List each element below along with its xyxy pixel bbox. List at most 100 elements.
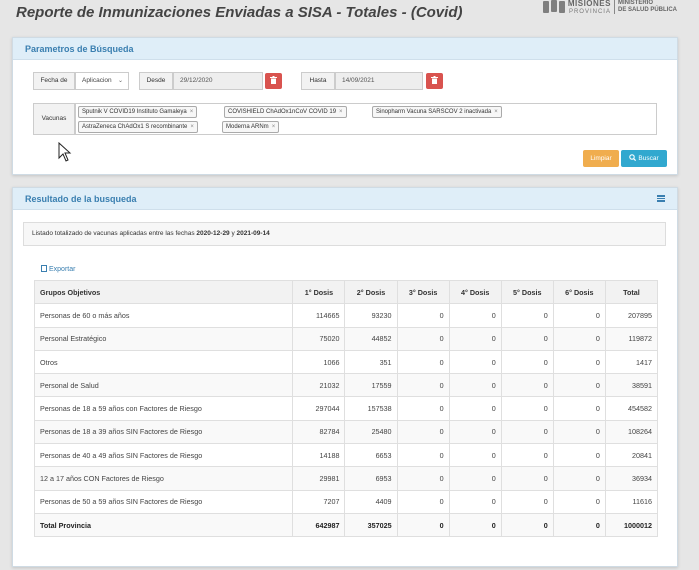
group-cell: Otros <box>33 349 294 375</box>
count-cell: 0 <box>500 396 554 421</box>
count-cell: 44852 <box>344 326 398 351</box>
count-cell: 7207 <box>292 489 346 514</box>
table-row: Personas de 18 a 59 años con Factores de… <box>33 396 659 421</box>
column-header: Total <box>604 279 659 305</box>
results-panel-title: Resultado de la busqueda <box>25 194 137 204</box>
count-cell: 14188 <box>292 443 346 468</box>
column-header: 1° Dosis <box>292 279 346 305</box>
count-cell: 6953 <box>344 466 398 491</box>
count-cell: 93230 <box>344 303 398 328</box>
table-row: Personas de 60 o más años 114665 93230 0 0 0 0… <box>33 303 659 328</box>
group-cell: Personas de 40 a 49 años SIN Factores de… <box>33 443 294 468</box>
count-cell: 357025 <box>344 512 398 538</box>
count-cell: 0 <box>552 373 606 398</box>
count-cell: 0 <box>500 489 554 514</box>
ministry-logo: MISIONES PROVINCIA MINISTERIO DE SALUD P… <box>542 0 677 16</box>
count-cell: 0 <box>552 512 606 538</box>
count-cell: 1066 <box>292 349 346 375</box>
count-cell: 4409 <box>344 489 398 514</box>
count-cell: 1000012 <box>604 512 659 538</box>
count-cell: 0 <box>396 373 450 398</box>
cursor-icon <box>58 142 72 162</box>
logo-right-line2: DE SALUD PÚBLICA <box>617 7 677 13</box>
count-cell: 351 <box>344 349 398 375</box>
table-row: Personas de 50 a 59 años SIN Factores de… <box>33 489 659 514</box>
table-row: Otros 1066 351 0 0 0 0 1417 <box>33 349 659 375</box>
clear-button[interactable]: Limpiar <box>583 150 619 167</box>
count-cell: 0 <box>396 419 450 445</box>
count-cell: 0 <box>448 443 502 468</box>
count-cell: 36934 <box>604 466 659 491</box>
count-cell: 642987 <box>292 512 346 538</box>
column-header: Grupos Objetivos <box>33 279 294 305</box>
count-cell: 0 <box>552 489 606 514</box>
fecha-select[interactable]: Aplicacion ⌄ <box>75 72 129 90</box>
export-link[interactable]: Exportar <box>41 265 75 273</box>
vaccine-tag[interactable]: Sinopharm Vacuna SARSCOV 2 inactivada × <box>372 106 502 118</box>
count-cell: 119872 <box>604 326 659 351</box>
vaccine-tag[interactable]: AstraZeneca ChAdOx1 S recombinante × <box>78 121 198 133</box>
count-cell: 0 <box>552 466 606 491</box>
group-cell: Personas de 60 o más años <box>33 303 294 328</box>
count-cell: 0 <box>396 466 450 491</box>
logo-right-line1: MINISTERIO <box>617 0 653 6</box>
remove-tag-icon[interactable]: × <box>494 109 498 115</box>
clear-hasta-button[interactable] <box>426 73 443 89</box>
count-cell: 20841 <box>604 443 659 468</box>
list-icon[interactable] <box>657 195 665 202</box>
export-icon <box>41 265 47 272</box>
count-cell: 297044 <box>292 396 346 421</box>
desde-date-field[interactable]: 29/12/2020 <box>173 72 263 90</box>
results-table: Grupos Objetivos 1° Dosis 2° Dosis 3° Do… <box>33 279 659 538</box>
vaccine-tag[interactable]: COVISHIELD ChAdOx1nCoV COVID 19 × <box>224 106 347 118</box>
table-row: Personas de 40 a 49 años SIN Factores de… <box>33 443 659 468</box>
count-cell: 0 <box>500 373 554 398</box>
remove-tag-icon[interactable]: × <box>272 124 276 130</box>
chevron-down-icon: ⌄ <box>117 78 123 84</box>
summary-from-date: 2020-12-29 <box>196 230 230 237</box>
group-cell: Personas de 18 a 59 años con Factores de… <box>33 396 294 421</box>
remove-tag-icon[interactable]: × <box>190 109 194 115</box>
fecha-label: Fecha de <box>33 72 75 90</box>
column-header: 5° Dosis <box>500 279 554 305</box>
remove-tag-icon[interactable]: × <box>339 109 343 115</box>
group-cell: Personal de Salud <box>33 373 294 398</box>
trash-icon <box>270 76 277 84</box>
search-panel: Parametros de Búsqueda Fecha de Aplicaci… <box>12 37 678 175</box>
page-title: Reporte de Inmunizaciones Enviadas a SIS… <box>16 4 463 21</box>
search-button[interactable]: Buscar <box>621 150 667 167</box>
logo-mark-icon <box>542 0 565 14</box>
count-cell: 0 <box>500 512 554 538</box>
count-cell: 11616 <box>604 489 659 514</box>
search-panel-title: Parametros de Búsqueda <box>13 38 677 60</box>
results-panel-header: Resultado de la busqueda <box>13 188 677 210</box>
count-cell: 0 <box>500 419 554 445</box>
count-cell: 0 <box>552 349 606 375</box>
vaccine-tag[interactable]: Moderna ARNm × <box>222 121 280 133</box>
fecha-select-value: Aplicacion <box>82 77 112 84</box>
count-cell: 0 <box>500 349 554 375</box>
count-cell: 0 <box>396 303 450 328</box>
column-header: 4° Dosis <box>448 279 502 305</box>
count-cell: 0 <box>396 489 450 514</box>
count-cell: 0 <box>500 326 554 351</box>
vaccine-tag[interactable]: Sputnik V COVID19 Instituto Gamaleya × <box>78 106 198 118</box>
vacunas-multiselect[interactable]: Sputnik V COVID19 Instituto Gamaleya × CO… <box>75 103 657 135</box>
count-cell: 0 <box>396 396 450 421</box>
remove-tag-icon[interactable]: × <box>190 124 194 130</box>
table-row: Personal de Salud 21032 17559 0 0 0 0 38591 <box>33 373 659 398</box>
hasta-date-field[interactable]: 14/09/2021 <box>335 72 423 90</box>
count-cell: 0 <box>552 396 606 421</box>
clear-desde-button[interactable] <box>265 73 282 89</box>
results-summary: Listado totalizado de vacunas aplicadas … <box>23 222 666 246</box>
logo-main-text: MISIONES <box>567 0 611 8</box>
vacunas-label: Vacunas <box>33 103 75 135</box>
count-cell: 0 <box>448 512 502 538</box>
count-cell: 29981 <box>292 466 346 491</box>
count-cell: 0 <box>552 326 606 351</box>
count-cell: 0 <box>448 396 502 421</box>
count-cell: 0 <box>552 419 606 445</box>
count-cell: 1417 <box>604 349 659 375</box>
count-cell: 114665 <box>292 303 346 328</box>
group-cell: Personas de 50 a 59 años SIN Factores de… <box>33 489 294 514</box>
